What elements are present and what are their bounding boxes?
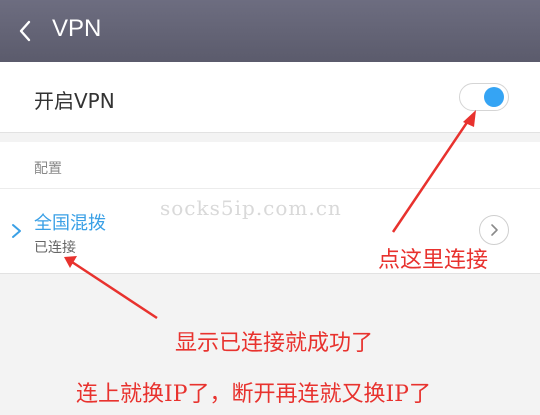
vpn-toggle-label: 开启VPN <box>34 89 115 113</box>
title-bar: VPN <box>0 0 540 62</box>
annotation-click-here: 点这里连接 <box>378 248 489 273</box>
vpn-toggle-row: 开启VPN <box>0 62 540 133</box>
section-divider <box>0 133 540 142</box>
vpn-toggle-switch[interactable] <box>459 83 509 111</box>
vpn-profile-status: 已连接 <box>34 240 76 256</box>
chevron-right-icon <box>491 224 498 236</box>
config-section-label: 配置 <box>34 161 62 177</box>
toggle-knob <box>484 87 504 107</box>
selected-chevron-icon <box>12 224 21 238</box>
watermark: socks5ip.com.cn <box>160 196 342 220</box>
page-title: VPN <box>52 15 102 42</box>
annotation-connected-success: 显示已连接就成功了 <box>175 331 374 356</box>
annotation-ip-change: 连上就换IP了，断开再连就又换IP了 <box>76 382 431 407</box>
profile-detail-button[interactable] <box>479 215 509 245</box>
chevron-left-icon <box>19 20 31 42</box>
config-section-header: 配置 <box>0 142 540 189</box>
vpn-profile-name: 全国混拨 <box>34 213 106 234</box>
back-button[interactable] <box>12 17 40 45</box>
